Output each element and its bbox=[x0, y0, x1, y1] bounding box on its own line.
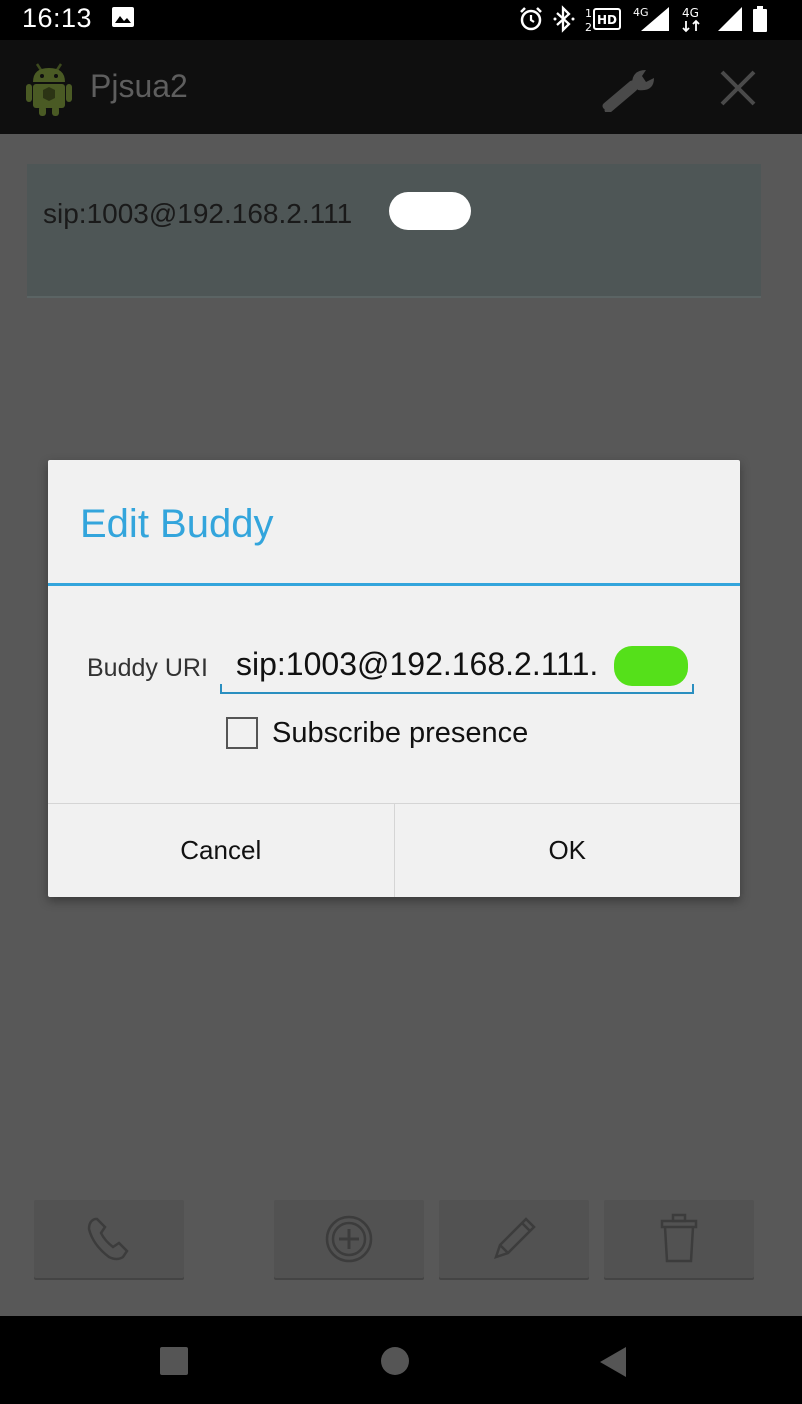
recents-square-icon[interactable] bbox=[159, 1346, 189, 1376]
subscribe-presence-row[interactable]: Subscribe presence bbox=[226, 715, 528, 751]
bottom-toolbar bbox=[0, 1200, 802, 1280]
subscribe-presence-checkbox[interactable] bbox=[226, 717, 258, 749]
android-robot-icon bbox=[26, 63, 72, 116]
add-buddy-button[interactable] bbox=[274, 1200, 424, 1278]
add-circle-icon bbox=[325, 1215, 373, 1263]
signal-4g-icon: 4G bbox=[633, 6, 669, 31]
action-bar: Pjsua2 bbox=[0, 40, 802, 134]
redaction-mark bbox=[389, 192, 471, 230]
call-button[interactable] bbox=[34, 1200, 184, 1278]
svg-text:4G: 4G bbox=[633, 6, 649, 19]
dialog-button-row: Cancel OK bbox=[48, 803, 740, 897]
signal-4g-arrows-icon: 4G bbox=[682, 6, 700, 33]
delete-buddy-button[interactable] bbox=[604, 1200, 754, 1278]
dialog-title: Edit Buddy bbox=[80, 502, 274, 546]
status-icons: 1 2 HD 4G 4G bbox=[518, 2, 768, 36]
signal-icon bbox=[718, 7, 742, 31]
back-triangle-icon[interactable] bbox=[598, 1346, 628, 1378]
status-time: 16:13 bbox=[22, 3, 93, 33]
home-circle-icon[interactable] bbox=[380, 1346, 410, 1376]
edit-buddy-button[interactable] bbox=[439, 1200, 589, 1278]
redaction-mark-green bbox=[614, 646, 688, 686]
buddy-uri-text: sip:1003@192.168.2.111 bbox=[43, 198, 353, 229]
pencil-icon bbox=[494, 1217, 536, 1259]
battery-icon bbox=[753, 6, 767, 32]
alarm-icon bbox=[520, 7, 542, 31]
subscribe-presence-label[interactable]: Subscribe presence bbox=[272, 717, 528, 750]
hd-voice-icon: 1 2 HD bbox=[585, 7, 621, 33]
svg-text:HD: HD bbox=[597, 13, 617, 27]
edit-buddy-dialog: Edit Buddy Buddy URI sip:1003@192.168.2.… bbox=[48, 460, 740, 897]
buddy-uri-label: Buddy URI bbox=[87, 654, 208, 682]
buddy-uri-input[interactable]: sip:1003@192.168.2.111. bbox=[220, 632, 694, 694]
phone-icon bbox=[87, 1217, 129, 1261]
trash-icon bbox=[660, 1213, 698, 1263]
bluetooth-icon bbox=[553, 5, 575, 33]
buddy-uri-input-text: sip:1003@192.168.2.111. bbox=[236, 646, 599, 682]
svg-text:4G: 4G bbox=[682, 6, 699, 20]
image-icon bbox=[112, 7, 134, 27]
status-bar: 16:13 1 2 HD 4G 4G bbox=[0, 0, 802, 40]
ok-button[interactable]: OK bbox=[393, 804, 741, 897]
close-icon[interactable] bbox=[718, 68, 758, 108]
cancel-button[interactable]: Cancel bbox=[48, 804, 394, 897]
dialog-title-divider bbox=[48, 583, 740, 586]
navigation-bar bbox=[0, 1316, 802, 1404]
wrench-icon[interactable] bbox=[602, 66, 658, 112]
app-title: Pjsua2 bbox=[90, 68, 188, 104]
buddy-list-item[interactable]: sip:1003@192.168.2.111 bbox=[27, 164, 761, 298]
svg-text:2: 2 bbox=[585, 21, 592, 33]
svg-text:1: 1 bbox=[585, 7, 592, 20]
